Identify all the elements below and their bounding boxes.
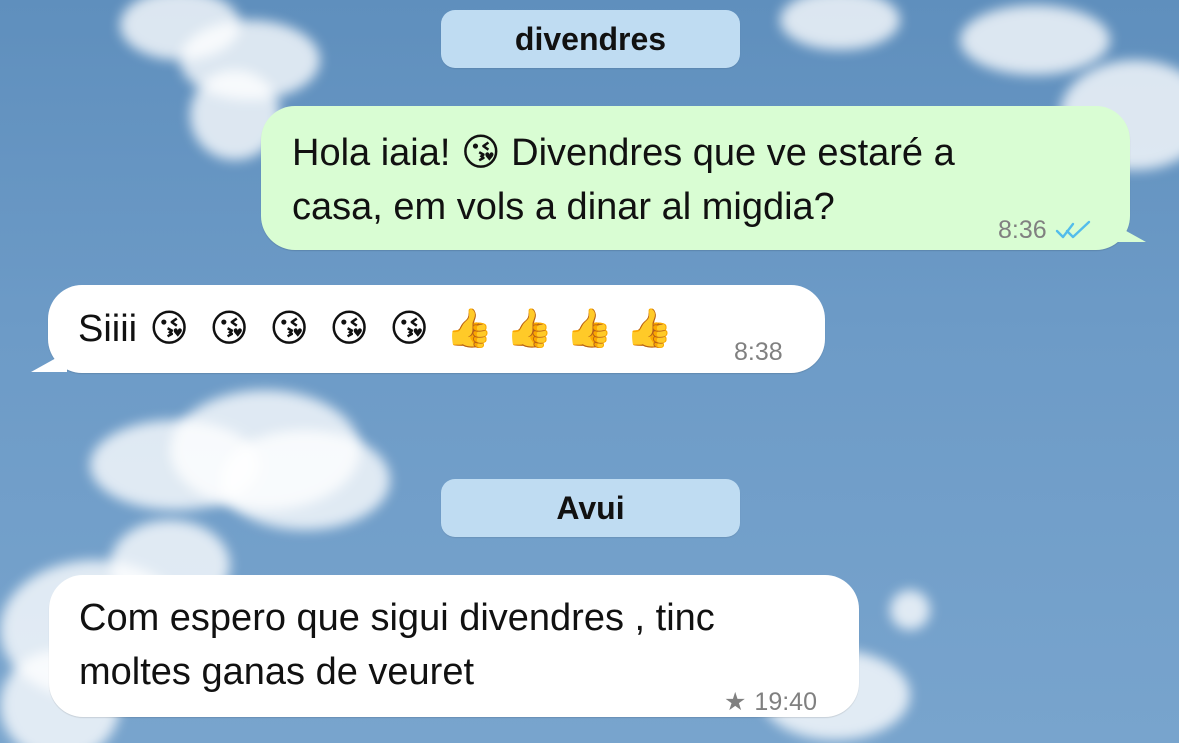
outgoing-bubble-tail [1110,222,1146,242]
kissing-face-emoji-2: 😘 [209,308,249,350]
thumbs-up-emoji-4: 👍 [625,308,673,350]
incoming-bubble-tail [31,352,67,372]
thumbs-up-emoji-2: 👍 [505,308,553,350]
chat-background: divendres Hola iaia! 😘 Divendres que ve … [0,0,1179,743]
message-meta: 8:36 [998,203,1091,257]
kissing-face-emoji-5: 😘 [389,308,429,350]
date-label-divendres: divendres [441,10,740,68]
message-time: 8:36 [998,216,1047,244]
message-meta: ★ 19:40 [724,675,817,729]
kissing-face-emoji-4: 😘 [329,308,369,350]
incoming-message-bubble[interactable]: Com espero que sigui divendres , tinc mo… [49,575,859,717]
message-text: Hola iaia! 😘 Divendres que ve estaré a c… [292,132,955,228]
double-check-icon [1055,220,1091,240]
thumbs-up-emoji-1: 👍 [445,308,493,350]
emoji-message-content: Siiii 😘 😘 😘 😘 😘 👍 👍 👍 👍 [78,303,677,355]
message-prefix-text: Siiii [78,308,138,350]
incoming-emoji-message-bubble[interactable]: Siiii 😘 😘 😘 😘 😘 👍 👍 👍 👍 8:38 [48,285,825,373]
message-time: 19:40 [754,688,817,716]
message-meta: 8:38 [734,325,783,379]
message-text: Com espero que sigui divendres , tinc mo… [79,597,715,693]
kissing-face-emoji-1: 😘 [149,308,189,350]
message-time: 8:38 [734,338,783,366]
star-icon: ★ [724,687,747,716]
date-label-avui: Avui [441,479,740,537]
thumbs-up-emoji-3: 👍 [565,308,613,350]
outgoing-message-bubble[interactable]: Hola iaia! 😘 Divendres que ve estaré a c… [261,106,1130,250]
kissing-face-emoji-3: 😘 [269,308,309,350]
